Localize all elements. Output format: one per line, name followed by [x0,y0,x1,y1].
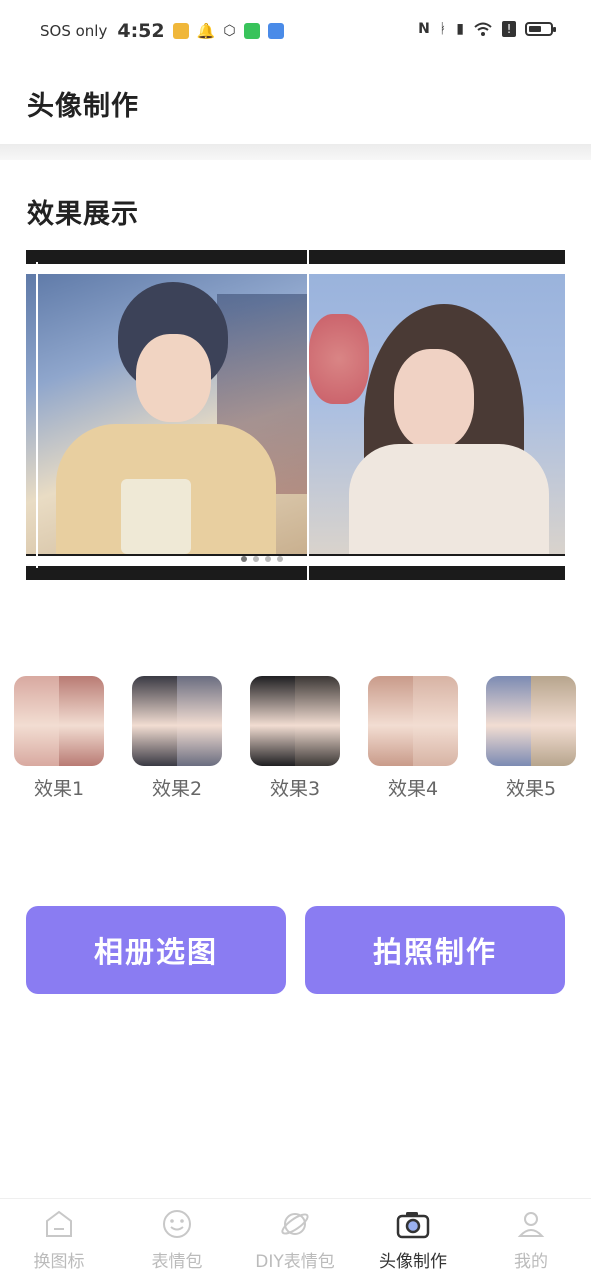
thumb-half [368,676,413,766]
nav-item-change-icon[interactable]: 换图标 [9,1207,109,1272]
planet-icon [278,1207,312,1241]
effect-thumbnail [250,676,340,766]
nav-label: 头像制作 [379,1252,447,1272]
status-right: N ᛓ ▮ ! [418,21,556,37]
carousel-dot[interactable] [277,556,283,562]
slide-image-photo [309,274,565,554]
effect-item[interactable]: 效果5 [485,676,577,801]
user-icon [514,1207,548,1241]
bluetooth-icon: ᛓ [438,21,448,37]
face-shape [394,349,474,449]
home-icon [42,1207,76,1241]
album-select-button[interactable]: 相册选图 [26,906,286,994]
carousel-slide[interactable] [26,250,307,580]
bird-app-icon [267,23,284,39]
header-divider [0,144,591,160]
nfc-icon: N [418,21,430,37]
status-left: SOS only 4:52 🔔 ⬡ [40,20,284,42]
thumb-half [531,676,576,766]
showcase-carousel[interactable] [26,250,565,580]
effect-thumbnail [14,676,104,766]
effect-label: 效果5 [505,778,557,800]
effect-thumbnail [132,676,222,766]
effect-label: 效果1 [33,778,85,800]
effect-thumbnail [368,676,458,766]
carousel-dot[interactable] [265,556,271,562]
thumb-half [14,676,59,766]
thumb-half [413,676,458,766]
wifi-icon [474,22,492,36]
chat-app-icon [243,23,260,39]
status-bar: SOS only 4:52 🔔 ⬡ N ᛓ ▮ ! [0,0,591,64]
effect-item[interactable]: 效果2 [131,676,223,801]
nav-label: 我的 [514,1252,548,1272]
effect-item[interactable]: 效果3 [249,676,341,801]
alert-icon: ! [502,21,516,37]
flowers-shape [309,314,369,404]
sim-icon [172,23,189,39]
page-title: 头像制作 [27,91,139,122]
carrier-text: SOS only [40,22,108,40]
face-shape [136,334,211,422]
effect-label: 效果3 [269,778,321,800]
carousel-slide[interactable] [309,250,565,580]
effect-label: 效果4 [387,778,439,800]
carousel-dot[interactable] [241,556,247,562]
frame-strip [26,264,307,274]
thumb-half [132,676,177,766]
cup-shape [121,479,191,554]
thumb-half [486,676,531,766]
frame-strip [309,264,565,274]
effect-item[interactable]: 效果4 [367,676,459,801]
thumb-half [177,676,222,766]
effect-label: 效果2 [151,778,203,800]
app-header: 头像制作 [0,64,591,144]
nav-item-diy-stickers[interactable]: DIY表情包 [245,1207,345,1272]
thumb-half [250,676,295,766]
nav-label: DIY表情包 [255,1252,335,1272]
nav-label: 换图标 [33,1252,85,1272]
carousel-dot[interactable] [253,556,259,562]
bell-icon: 🔔 [196,22,216,40]
frame-line [36,262,38,568]
box-icon: ⬡ [223,23,236,39]
nav-item-stickers[interactable]: 表情包 [127,1207,227,1272]
bottom-nav: 换图标 表情包 DIY表情包 头像制作 我的 [0,1198,591,1281]
vibrate-icon: ▮ [456,21,464,37]
showcase-title: 效果展示 [27,199,139,230]
smiley-icon [160,1207,194,1241]
camera-icon [396,1207,430,1241]
nav-item-mine[interactable]: 我的 [481,1207,581,1272]
clock: 4:52 [117,20,165,42]
nav-item-avatar-maker[interactable]: 头像制作 [363,1207,463,1272]
slide-image-anime [26,274,307,554]
effect-item[interactable]: 效果1 [13,676,105,801]
body-shape [349,444,549,554]
frame-strip [309,556,565,566]
thumb-half [59,676,104,766]
battery-fill [529,26,541,32]
effects-row: 效果1 效果2 效果3 效果4 效果5 [0,676,591,806]
nav-label: 表情包 [151,1252,203,1272]
thumb-half [295,676,340,766]
effect-thumbnail [486,676,576,766]
battery-icon [525,22,556,36]
camera-capture-button[interactable]: 拍照制作 [305,906,565,994]
carousel-indicator [241,556,283,562]
